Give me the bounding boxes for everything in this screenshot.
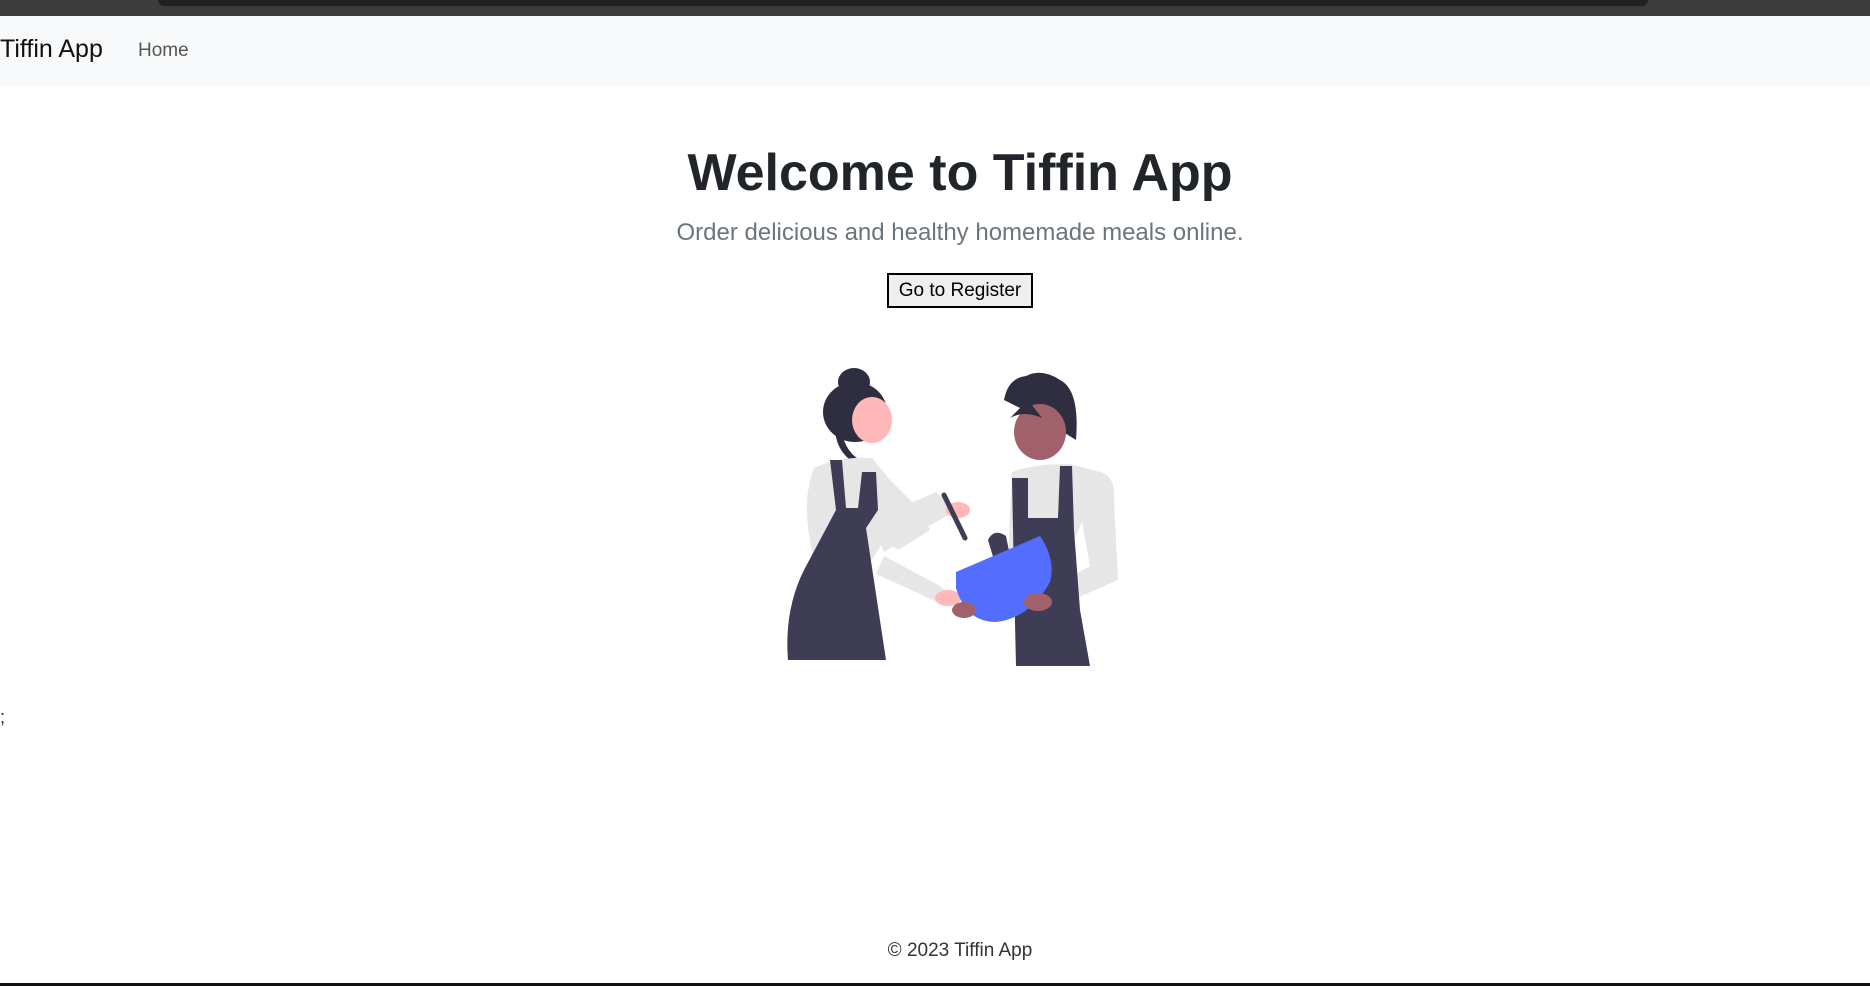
browser-top-strip — [0, 0, 1870, 16]
stray-semicolon-text: ; — [0, 707, 6, 727]
man-cook-figure — [952, 372, 1118, 666]
two-cooks-illustration — [787, 368, 1118, 666]
footer: © 2023 Tiffin App — [0, 940, 1870, 962]
browser-address-strip — [158, 0, 1648, 6]
go-to-register-button[interactable]: Go to Register — [887, 273, 1033, 308]
nav-link-home[interactable]: Home — [138, 40, 189, 62]
navbar-brand[interactable]: Tiffin App — [0, 35, 103, 64]
navbar: Tiffin App Home — [0, 16, 1870, 86]
woman-cook-figure — [787, 368, 970, 660]
page-subtitle: Order delicious and healthy homemade mea… — [676, 219, 1244, 246]
page-title: Welcome to Tiffin App — [687, 144, 1233, 202]
footer-copyright: © 2023 Tiffin App — [887, 940, 1033, 961]
